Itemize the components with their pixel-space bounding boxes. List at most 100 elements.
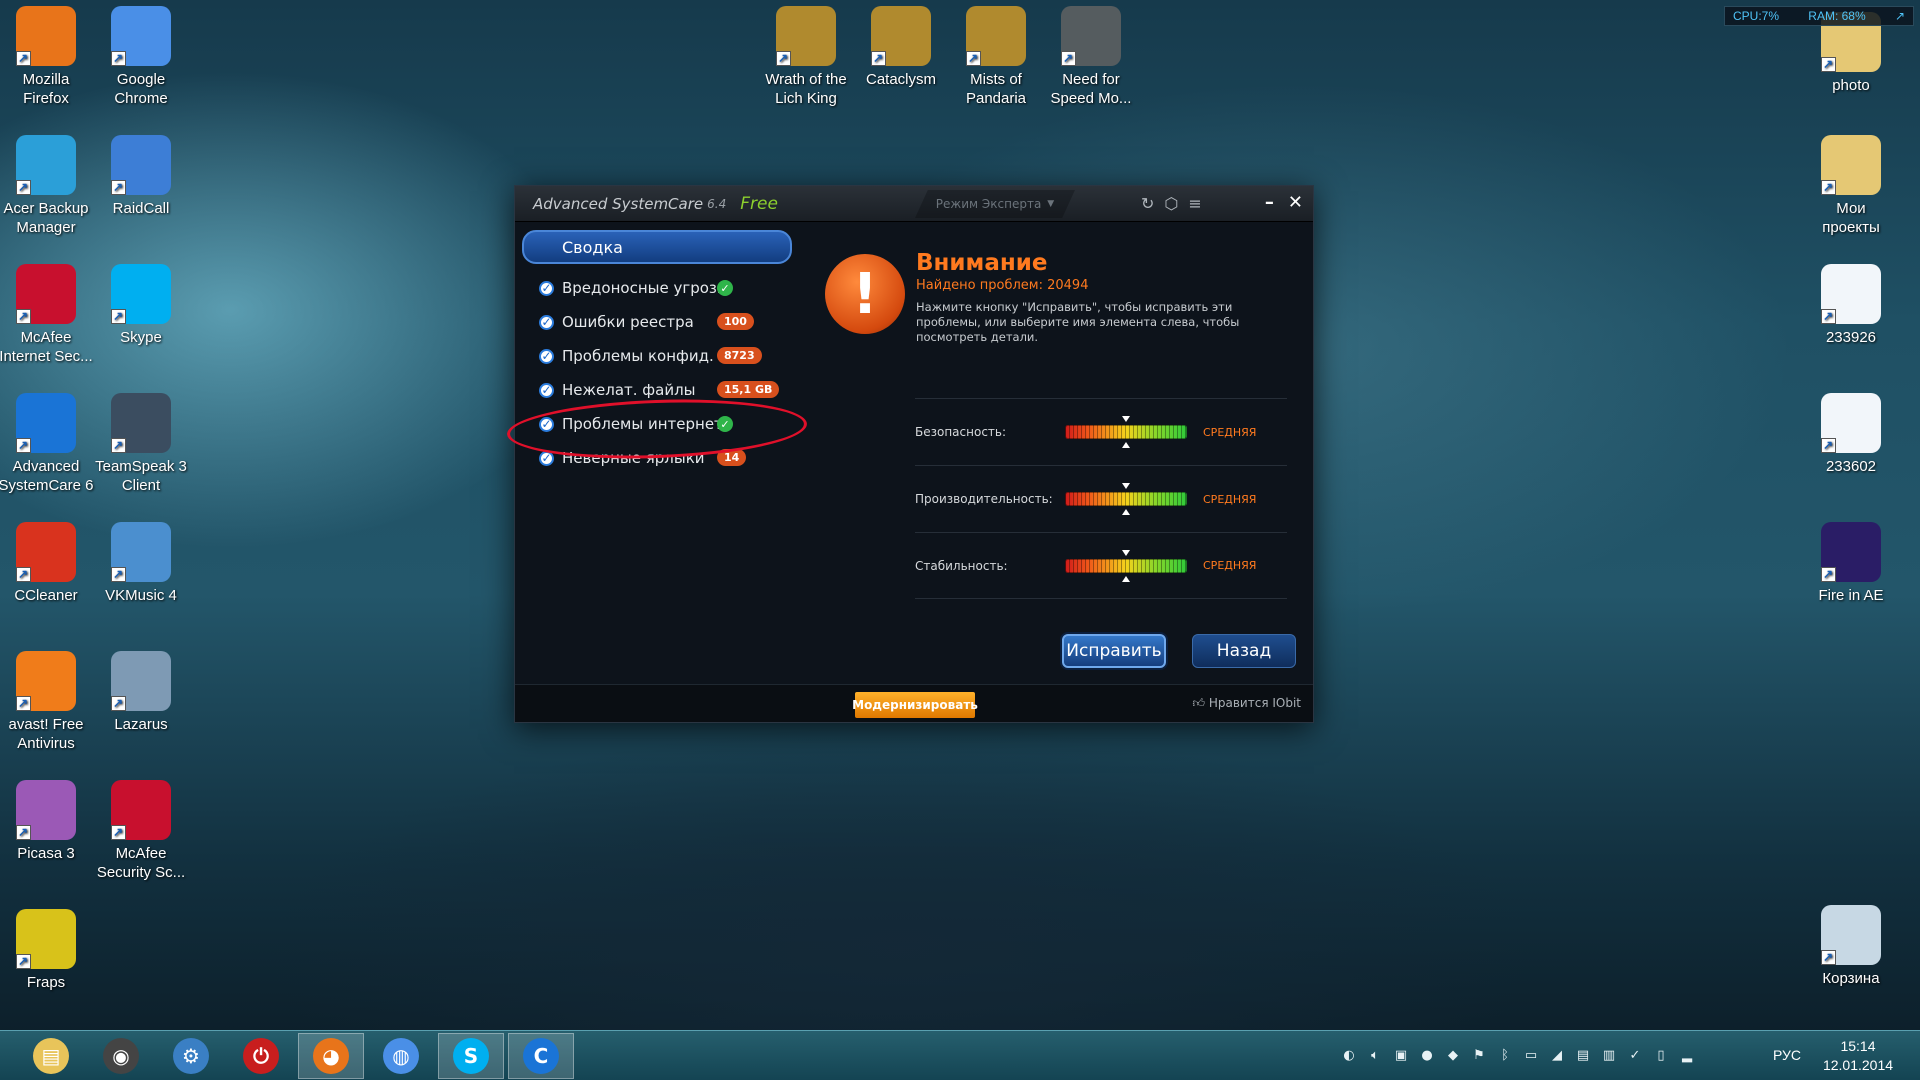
avast-tray-icon[interactable]: ● xyxy=(1418,1046,1436,1064)
taskbar-app[interactable]: C xyxy=(508,1033,574,1079)
checkbox-icon[interactable]: ✓ xyxy=(539,348,554,364)
nav-item-label: Нежелат. файлы xyxy=(562,381,696,399)
desktop-icon[interactable]: 233926 xyxy=(1803,264,1899,347)
desktop-icon-label: VKMusic 4 xyxy=(105,587,177,604)
language-indicator[interactable]: РУС xyxy=(1773,1047,1801,1063)
bluetooth-icon[interactable]: ᛒ xyxy=(1496,1046,1514,1064)
desktop-icon[interactable]: Wrath of the Lich King xyxy=(758,6,854,108)
shortcut-arrow-icon xyxy=(1821,307,1836,326)
desktop-icon[interactable]: Cataclysm xyxy=(853,6,949,89)
taskbar-app[interactable]: ◍ xyxy=(368,1033,434,1079)
skype-icon xyxy=(111,264,171,326)
menu-icon[interactable]: ≡ xyxy=(1188,194,1201,213)
picasa-icon xyxy=(16,780,76,842)
power-icon: ⏻ xyxy=(243,1038,279,1074)
signal-icon[interactable]: ▂ xyxy=(1678,1046,1696,1064)
taskbar-app[interactable]: ◉ xyxy=(88,1033,154,1079)
system-tray: ◐ 🔈︎ ▣ ● ◆ ⚑ ᛒ ▭ ◢ ▤ ▥ ✓ ▯ ▂ xyxy=(1340,1046,1696,1064)
back-button[interactable]: Назад xyxy=(1192,634,1296,668)
nav-item[interactable]: ✓ Проблемы конфид. xyxy=(539,345,714,367)
nav-item[interactable]: ✓ Ошибки реестра xyxy=(539,311,694,333)
meter-row: Стабильность: СРЕДНЯЯ xyxy=(915,532,1287,599)
desktop-icon[interactable]: Lazarus xyxy=(93,651,189,734)
desktop-icon[interactable]: Корзина xyxy=(1803,905,1899,988)
taskbar-app[interactable]: ◕ xyxy=(298,1033,364,1079)
warning-icon: ! xyxy=(825,254,905,334)
meter-label: Стабильность: xyxy=(915,558,1008,573)
volume-icon[interactable]: 🔈︎ xyxy=(1366,1046,1384,1064)
desktop-icon[interactable]: Mozilla Firefox xyxy=(0,6,94,108)
file-explorer-icon: ▤ xyxy=(33,1038,69,1074)
shield-icon[interactable]: ⬡ xyxy=(1164,194,1178,213)
display-icon[interactable]: ▣ xyxy=(1392,1046,1410,1064)
like-iobit-link[interactable]: 👍︎ Нравится IObit xyxy=(1192,696,1301,711)
checkbox-icon[interactable]: ✓ xyxy=(539,314,554,330)
taskbar-app[interactable]: ▤ xyxy=(18,1033,84,1079)
desktop-icon-label: Need for Speed Mo... xyxy=(1050,71,1132,107)
desktop-icon[interactable]: McAfee Internet Sec... xyxy=(0,264,94,366)
taskbar-app[interactable]: ⚙ xyxy=(158,1033,224,1079)
lazarus-icon xyxy=(111,651,171,713)
desktop-icon-label: Cataclysm xyxy=(865,71,936,88)
desktop-icon[interactable]: Mists of Pandaria xyxy=(948,6,1044,108)
nav-summary[interactable]: Сводка xyxy=(522,230,792,264)
monitor-icon[interactable]: ▤ xyxy=(1574,1046,1592,1064)
desktop-icon[interactable]: Мои проекты xyxy=(1803,135,1899,237)
desktop-icon[interactable]: 233602 xyxy=(1803,393,1899,476)
security-tray-icon[interactable]: ✓ xyxy=(1626,1046,1644,1064)
shortcut-arrow-icon xyxy=(1821,55,1836,74)
nav-item[interactable]: ✓ Нежелат. файлы xyxy=(539,379,696,401)
app-title: Advanced SystemCare xyxy=(533,194,704,213)
checkbox-icon[interactable]: ✓ xyxy=(539,382,554,398)
desktop-icon[interactable]: Fraps xyxy=(0,909,94,992)
tray-asc-icon[interactable]: ◐ xyxy=(1340,1046,1358,1064)
mp3-file-icon xyxy=(1821,264,1881,326)
clock[interactable]: 15:14 12.01.2014 xyxy=(1818,1037,1898,1075)
checkbox-icon[interactable]: ✓ xyxy=(539,280,554,296)
action-center-icon[interactable]: ⚑ xyxy=(1470,1046,1488,1064)
taskbar-app[interactable]: S xyxy=(438,1033,504,1079)
taskbar-app[interactable]: ⏻ xyxy=(228,1033,294,1079)
desktop-icon[interactable]: Need for Speed Mo... xyxy=(1043,6,1139,108)
mcafee-tray-icon[interactable]: ◆ xyxy=(1444,1046,1462,1064)
fix-button[interactable]: Исправить xyxy=(1062,634,1166,668)
system-monitor-gadget: CPU:7% RAM: 68% ↗ xyxy=(1724,6,1914,26)
shortcut-arrow-icon xyxy=(1821,178,1836,197)
shortcut-arrow-icon xyxy=(16,307,31,326)
desktop-icon[interactable]: Acer Backup Manager xyxy=(0,135,94,237)
desktop-icon[interactable]: CCleaner xyxy=(0,522,94,605)
refresh-icon[interactable]: ↻ xyxy=(1141,194,1154,213)
nvidia-icon[interactable]: ◢ xyxy=(1548,1046,1566,1064)
close-button[interactable]: ✕ xyxy=(1288,192,1303,213)
desktop-icon[interactable]: McAfee Security Sc... xyxy=(93,780,189,882)
desktop-icon-label: Wrath of the Lich King xyxy=(765,71,847,107)
nav-item[interactable]: ✓ Вредоносные угрозы xyxy=(539,277,729,299)
expert-mode-dropdown[interactable]: Режим Эксперта ▼ xyxy=(915,190,1075,218)
desktop-icon[interactable]: Google Chrome xyxy=(93,6,189,108)
desktop-icon-label: Мои проекты xyxy=(1822,200,1880,236)
desktop-icon[interactable]: Skype xyxy=(93,264,189,347)
keyboard-icon[interactable]: ▭ xyxy=(1522,1046,1540,1064)
desktop-icon[interactable]: Advanced SystemCare 6 xyxy=(0,393,94,495)
desktop-icon-label: avast! Free Antivirus xyxy=(8,716,84,752)
desktop-icon[interactable]: RaidCall xyxy=(93,135,189,218)
desktop-icon[interactable]: Fire in AE xyxy=(1803,522,1899,605)
backup-icon xyxy=(16,135,76,197)
desktop-icon-label: Корзина xyxy=(1822,970,1880,987)
upgrade-button[interactable]: Модернизировать xyxy=(852,692,978,718)
meter-pointer-top xyxy=(1122,416,1130,422)
desktop-icon[interactable]: TeamSpeak 3 Client xyxy=(93,393,189,495)
desktop-icon[interactable]: Picasa 3 xyxy=(0,780,94,863)
shortcut-arrow-icon xyxy=(111,178,126,197)
network-drive-icon[interactable]: ▥ xyxy=(1600,1046,1618,1064)
nfs-icon xyxy=(1061,6,1121,68)
expand-icon[interactable]: ↗ xyxy=(1895,9,1905,23)
meter-label: Безопасность: xyxy=(915,425,1007,439)
ok-check-icon: ✓ xyxy=(717,280,733,296)
chevron-down-icon: ▼ xyxy=(1047,199,1055,209)
desktop-icon[interactable]: avast! Free Antivirus xyxy=(0,651,94,753)
minimize-button[interactable]: – xyxy=(1265,192,1274,213)
battery-icon[interactable]: ▯ xyxy=(1652,1046,1670,1064)
desktop-icon-label: Fraps xyxy=(26,974,66,991)
desktop-icon[interactable]: VKMusic 4 xyxy=(93,522,189,605)
